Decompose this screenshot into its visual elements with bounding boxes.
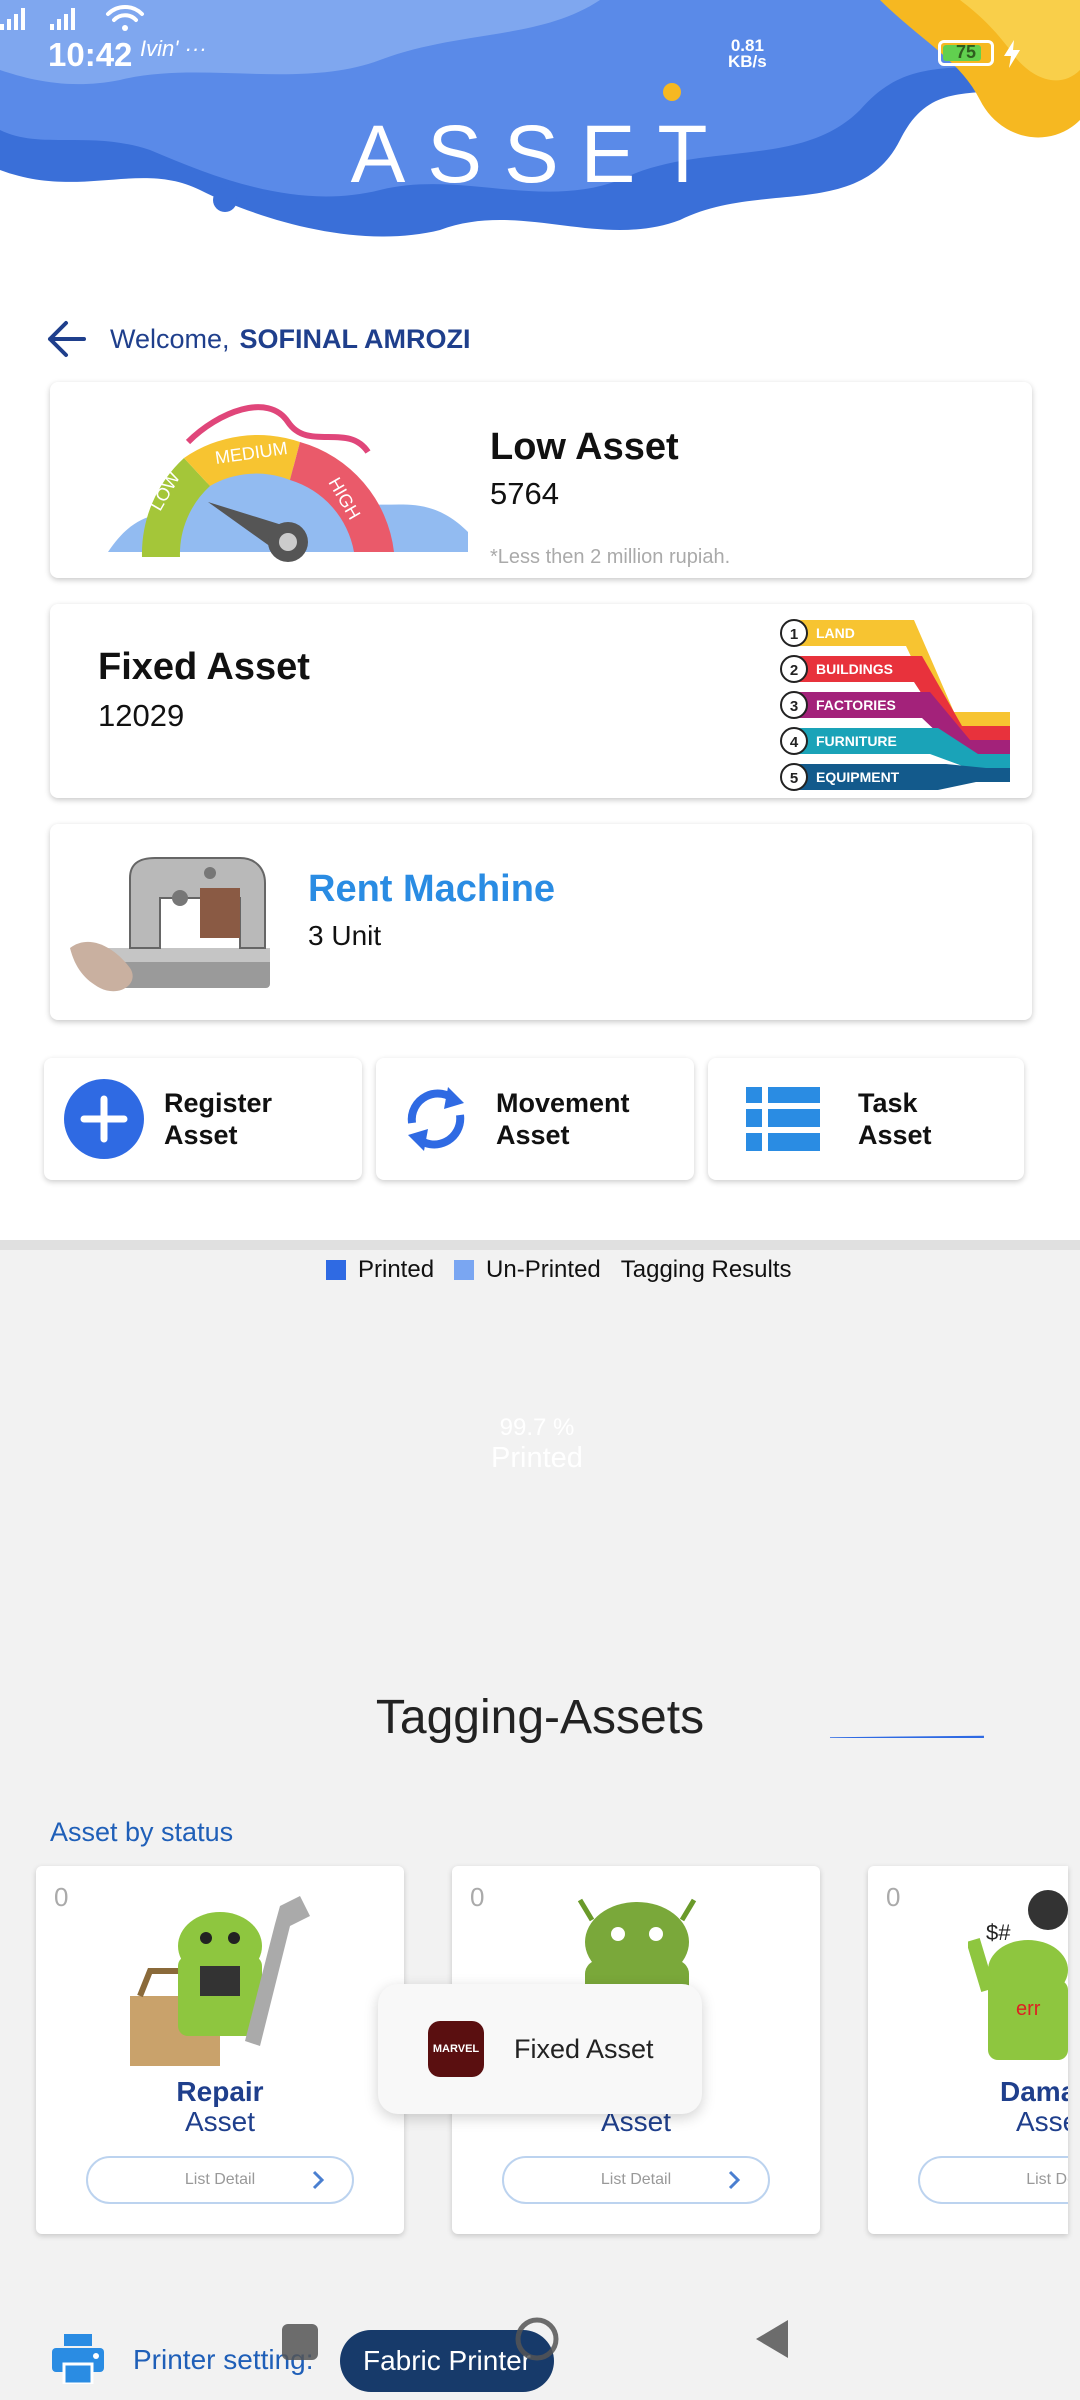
status-title: Repair [176, 2076, 264, 2107]
low-asset-card[interactable]: LOW MEDIUM HIGH Low Asset 5764 *Less the… [50, 382, 1032, 578]
category-number: 4 [790, 734, 799, 751]
toast-notification: MARVEL Fixed Asset [378, 1984, 702, 2114]
battery-icon: 75 [938, 40, 994, 66]
status-count: 0 [54, 1882, 69, 1912]
register-asset-button[interactable]: Register Asset [44, 1058, 362, 1180]
wifi-icon [106, 4, 144, 31]
category-number: 5 [790, 770, 798, 787]
category-label: BUILDINGS [816, 661, 893, 677]
status-count: 0 [470, 1882, 485, 1912]
legend-label-unprinted: Un-Printed [486, 1256, 601, 1283]
welcome-label: Welcome, [110, 323, 230, 354]
chart-center-percent: 99.7 % [500, 1414, 575, 1441]
status-subtitle: Asse [1016, 2106, 1068, 2137]
fixed-asset-categories-graphic: 1 LAND 2 BUILDINGS 3 FACTORIES 4 FURNITURE 5 EQUI… [780, 619, 1010, 791]
task-asset-label: Task Asset [858, 1088, 932, 1150]
category-number: 2 [790, 662, 798, 679]
rent-machine-value: 3 Unit [308, 920, 382, 951]
marvel-app-icon: MARVEL [428, 2021, 484, 2077]
list-detail-button[interactable]: List Detail [502, 2156, 770, 2204]
signal-icon-2 [50, 8, 75, 30]
signal-icon-1 [0, 8, 25, 30]
charging-icon [1004, 40, 1020, 68]
welcome-row: Welcome, SOFINAL AMROZI [44, 316, 471, 362]
android-error-icon: err $# [968, 1890, 1068, 2060]
status-count: 0 [886, 1882, 901, 1912]
user-name: SOFINAL AMROZI [239, 323, 471, 354]
legend-title: Tagging Results [620, 1256, 792, 1283]
category-label: FURNITURE [816, 733, 897, 749]
low-asset-note: *Less then 2 million rupiah. [490, 546, 731, 568]
fixed-asset-card[interactable]: Fixed Asset 12029 1 LAND 2 BUILDINGS 3 FACTOR… [50, 604, 1032, 798]
battery-level: 75 [955, 42, 977, 62]
svg-text:$#: $# [986, 1920, 1011, 1945]
app-title: ASSET [350, 109, 730, 200]
list-detail-label: List Detail [184, 2171, 256, 2188]
network-speed: 0.81 KB/s [728, 37, 767, 71]
app-header: 10:42 Ivin' ··· 0.81 KB/s 75 ASSET [0, 0, 1080, 250]
toast-text: Fixed Asset [514, 2033, 654, 2064]
section-divider [0, 1240, 1080, 1250]
network-speed-unit: KB/s [728, 52, 767, 71]
gauge-illustration: LOW MEDIUM HIGH [108, 404, 468, 562]
status-title: Dama [1000, 2076, 1068, 2107]
low-asset-value: 5764 [490, 476, 559, 511]
printer-icon[interactable] [52, 2334, 104, 2384]
asset-by-status-label: Asset by status [50, 1817, 234, 1847]
legend-swatch-printed [326, 1260, 346, 1280]
chart-center-label: Printed [491, 1442, 583, 1474]
signal-wifi-icons [0, 4, 144, 31]
list-detail-button[interactable]: List De [918, 2156, 1068, 2204]
task-asset-button[interactable]: Task Asset [708, 1058, 1024, 1180]
sync-icon [407, 1087, 465, 1151]
movement-asset-button[interactable]: Movement Asset [376, 1058, 694, 1180]
rent-machine-title: Rent Machine [308, 868, 556, 910]
category-label: LAND [816, 625, 855, 641]
status-time: 10:42 [48, 36, 133, 73]
chevron-right-icon [728, 2170, 741, 2190]
tagging-half-donut-chart: 99.7 % Printed Tagging-Assets [0, 1414, 1080, 1760]
status-subtitle: Asset [184, 2106, 256, 2137]
rent-machine-card[interactable]: Rent Machine 3 Unit [50, 824, 1032, 1020]
sewing-machine-icon [70, 857, 270, 992]
list-detail-button[interactable]: List Detail [86, 2156, 354, 2204]
fixed-asset-value: 12029 [98, 698, 185, 733]
chart-title: Tagging-Assets [376, 1691, 704, 1744]
status-bar: 10:42 Ivin' ··· 0.81 KB/s 75 [0, 0, 1080, 100]
back-arrow-icon[interactable] [44, 317, 88, 361]
list-icon [746, 1087, 820, 1151]
home-icon[interactable] [514, 2316, 560, 2362]
category-label: EQUIPMENT [816, 769, 900, 785]
register-asset-label: Register Asset [164, 1088, 273, 1150]
legend-label-printed: Printed [358, 1256, 435, 1283]
svg-text:err: err [1016, 1998, 1041, 2020]
fixed-asset-title: Fixed Asset [98, 646, 310, 688]
category-label: FACTORIES [816, 697, 896, 713]
list-detail-label: List De [1026, 2171, 1068, 2188]
chevron-right-icon [312, 2170, 325, 2190]
back-nav-icon[interactable] [752, 2318, 792, 2360]
add-circle-icon [64, 1079, 144, 1159]
category-number: 1 [790, 626, 798, 643]
recent-apps-icon[interactable] [281, 2323, 319, 2361]
low-asset-title: Low Asset [490, 426, 679, 468]
status-card-repair[interactable]: 0 Repair Asset List Detail [36, 1866, 404, 2234]
status-card-damaged[interactable]: 0 err $# Dama Asse List De [868, 1866, 1068, 2234]
category-number: 3 [790, 698, 798, 715]
legend-swatch-unprinted [454, 1260, 475, 1280]
chart-legend: Printed Un-Printed Tagging Results [326, 1256, 792, 1284]
legend-printed[interactable]: Printed [326, 1256, 434, 1284]
android-repair-icon [130, 1896, 310, 2066]
list-detail-label: List Detail [600, 2171, 672, 2188]
movement-asset-label: Movement Asset [496, 1088, 630, 1150]
legend-unprinted[interactable]: Un-Printed [454, 1256, 601, 1284]
